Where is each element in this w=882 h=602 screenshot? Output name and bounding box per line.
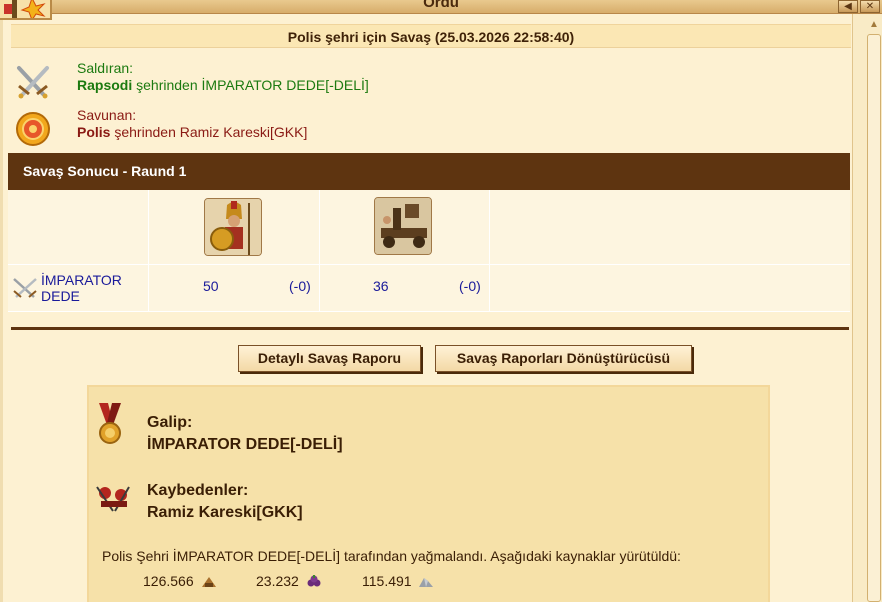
plunder-text: Polis Şehri İMPARATOR DEDE[-DELİ] tarafı… xyxy=(102,548,681,564)
defender-line: Polis şehrinden Ramiz Kareski[GKK] xyxy=(77,124,307,140)
defender-suffix: şehrinden xyxy=(114,124,176,140)
attacker-city[interactable]: Rapsodi xyxy=(77,77,132,93)
army-icon[interactable] xyxy=(0,0,52,20)
result-box: Galip: İMPARATOR DEDE[-DELİ] Kaybedenler… xyxy=(87,385,770,602)
shield-icon xyxy=(16,112,50,146)
report-converter-button[interactable]: Savaş Raporları Dönüştürücüsü xyxy=(435,345,692,372)
medal-icon xyxy=(99,403,121,444)
close-button[interactable]: ✕ xyxy=(860,0,880,13)
table-empty-cell xyxy=(490,190,850,265)
wood-icon xyxy=(201,577,216,587)
attacker-suffix: şehrinden xyxy=(136,77,198,93)
resource-wood: 126.566 xyxy=(143,573,217,589)
window-title: Ordu xyxy=(423,0,459,11)
battle-report-panel: Polis şehri için Savaş (25.03.2026 22:58… xyxy=(0,14,852,602)
defender-role-label: Savunan: xyxy=(77,107,137,123)
units-table: İMPARATOR DEDE 50 (-0) 36 (-0) xyxy=(8,190,850,312)
attacker-name[interactable]: İMPARATOR DEDE[-DELİ] xyxy=(202,77,369,93)
marble-icon xyxy=(419,578,434,587)
row-player-line2: DEDE xyxy=(41,288,80,304)
back-button[interactable]: ◀ xyxy=(838,0,858,13)
unit-loss: (-0) xyxy=(459,278,481,294)
scroll-up-icon[interactable]: ▲ xyxy=(867,18,881,32)
unit-count: 36 xyxy=(373,278,389,294)
row-player-line1: İMPARATOR xyxy=(41,272,122,288)
resource-marble: 115.491 xyxy=(362,573,434,589)
losers-label: Kaybedenler: xyxy=(147,482,249,499)
defender-name[interactable]: Ramiz Kareski[GKK] xyxy=(180,124,308,140)
resource-value: 23.232 xyxy=(256,573,299,589)
winner-label: Galip: xyxy=(147,414,193,431)
section-divider xyxy=(11,327,849,330)
crossed-swords-icon xyxy=(17,66,49,99)
hoplite-icon[interactable] xyxy=(204,198,262,256)
attacker-role-label: Saldıran: xyxy=(77,60,134,76)
wine-icon xyxy=(307,575,321,587)
attacker-line: Rapsodi şehrinden İMPARATOR DEDE[-DELİ] xyxy=(77,77,369,93)
crossed-swords-small-icon xyxy=(13,278,37,298)
defender-city[interactable]: Polis xyxy=(77,124,110,140)
unit-header-cell xyxy=(149,190,320,265)
table-corner-cell xyxy=(8,190,149,265)
resource-value: 115.491 xyxy=(362,573,412,589)
winner-name[interactable]: İMPARATOR DEDE[-DELİ] xyxy=(147,436,343,454)
unit-header-cell xyxy=(320,190,490,265)
catapult-icon[interactable] xyxy=(374,197,432,255)
resource-value: 126.566 xyxy=(143,573,194,589)
scroll-thumb[interactable] xyxy=(867,34,881,602)
attacker-info: Saldıran: Rapsodi şehrinden İMPARATOR DE… xyxy=(11,60,851,104)
unit-count: 50 xyxy=(203,278,219,294)
table-empty-cell xyxy=(490,265,850,312)
unit-loss: (-0) xyxy=(289,278,311,294)
battle-title: Polis şehri için Savaş (25.03.2026 22:58… xyxy=(11,24,851,48)
round-header: Savaş Sonucu - Raund 1 xyxy=(8,153,850,190)
resource-wine: 23.232 xyxy=(256,573,322,589)
detailed-report-button[interactable]: Detaylı Savaş Raporu xyxy=(238,345,421,372)
loser-name[interactable]: Ramiz Kareski[GKK] xyxy=(147,504,303,522)
scrollbar[interactable]: ▲ xyxy=(852,14,882,602)
defender-info: Savunan: Polis şehrinden Ramiz Kareski[G… xyxy=(11,107,851,151)
window-title-bar: Ordu xyxy=(0,0,882,14)
fallen-soldiers-icon xyxy=(96,486,130,512)
row-player-name[interactable]: İMPARATOR DEDE xyxy=(41,272,151,304)
